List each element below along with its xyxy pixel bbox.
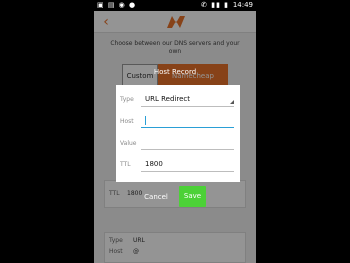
host-label: Host: [120, 118, 134, 125]
value-label: Value: [120, 140, 137, 147]
type-select[interactable]: URL Redirect: [145, 95, 190, 104]
status-time: 14:49: [232, 1, 253, 9]
ttl-label: TTL: [120, 161, 131, 168]
signal-icons: ✆ ▮▮ ▮: [201, 1, 229, 9]
text-cursor: [145, 116, 146, 125]
dropdown-triangle-icon[interactable]: [230, 100, 234, 104]
ttl-input[interactable]: 1800: [145, 160, 163, 169]
phone-screen: ▣ ▤ ◉ ● ✆ ▮▮ ▮ 14:49 ‹ Choose between ou…: [94, 0, 256, 263]
notification-icons: ▣ ▤ ◉ ●: [97, 1, 137, 9]
dialog-title: Host Record: [153, 68, 197, 76]
type-underline: [141, 106, 234, 107]
host-record-dialog: Type URL Redirect Host Value TTL 1800: [116, 85, 240, 182]
value-underline: [141, 149, 234, 150]
cancel-button[interactable]: Cancel: [142, 186, 170, 208]
save-button[interactable]: Save: [179, 186, 206, 207]
host-underline: [141, 127, 234, 128]
ttl-underline: [141, 171, 234, 172]
type-label: Type: [120, 96, 134, 103]
status-bar: ▣ ▤ ◉ ● ✆ ▮▮ ▮ 14:49: [94, 0, 256, 11]
